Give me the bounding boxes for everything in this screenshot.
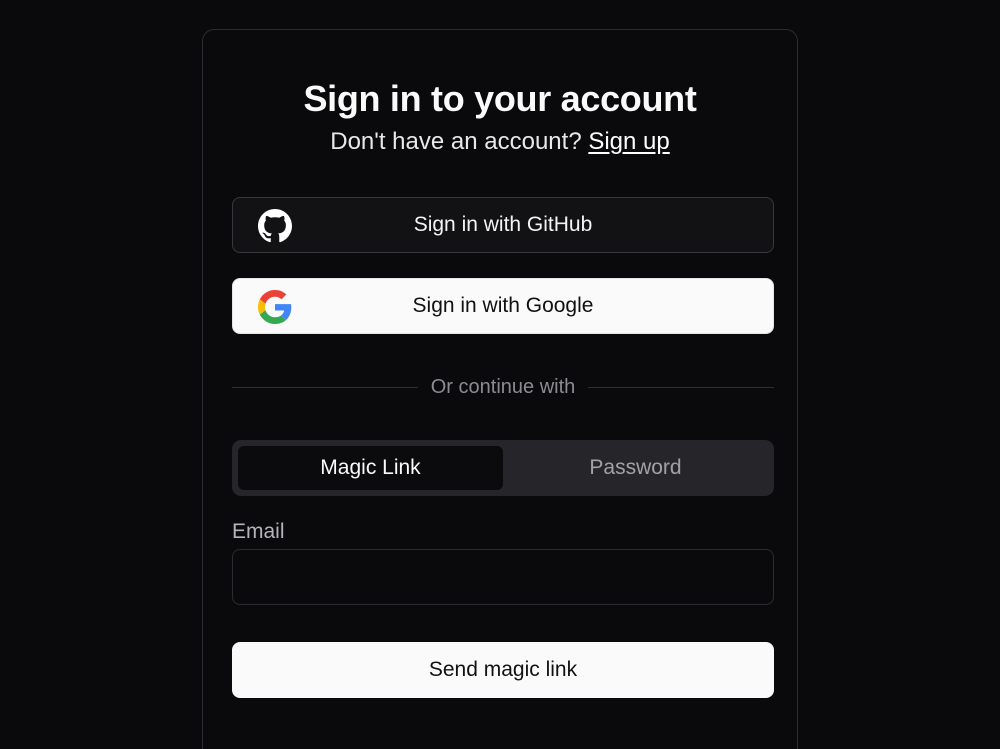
github-icon — [258, 209, 292, 243]
email-label: Email — [232, 520, 285, 543]
auth-method-tabs: Magic Link Password — [232, 440, 774, 496]
divider-label: Or continue with — [430, 375, 576, 398]
divider-line-left — [232, 386, 418, 388]
signup-link[interactable]: Sign up — [588, 128, 669, 155]
signup-prompt: Don't have an account? Sign up — [203, 128, 797, 156]
sign-in-card: Sign in to your account Don't have an ac… — [202, 29, 798, 749]
page-title: Sign in to your account — [303, 78, 697, 119]
signup-prompt-text: Don't have an account? — [330, 128, 582, 155]
google-signin-label: Sign in with Google — [412, 294, 594, 317]
divider-line-right — [588, 386, 775, 388]
send-magic-link-button[interactable]: Send magic link — [232, 642, 774, 698]
tab-password[interactable]: Password — [503, 446, 768, 490]
tab-magic-link[interactable]: Magic Link — [238, 446, 503, 490]
or-divider: Or continue with — [232, 375, 775, 399]
google-signin-button[interactable]: Sign in with Google — [232, 278, 774, 334]
github-signin-button[interactable]: Sign in with GitHub — [232, 197, 774, 253]
email-field[interactable] — [232, 549, 774, 605]
github-signin-label: Sign in with GitHub — [413, 213, 593, 236]
google-icon — [258, 290, 292, 324]
